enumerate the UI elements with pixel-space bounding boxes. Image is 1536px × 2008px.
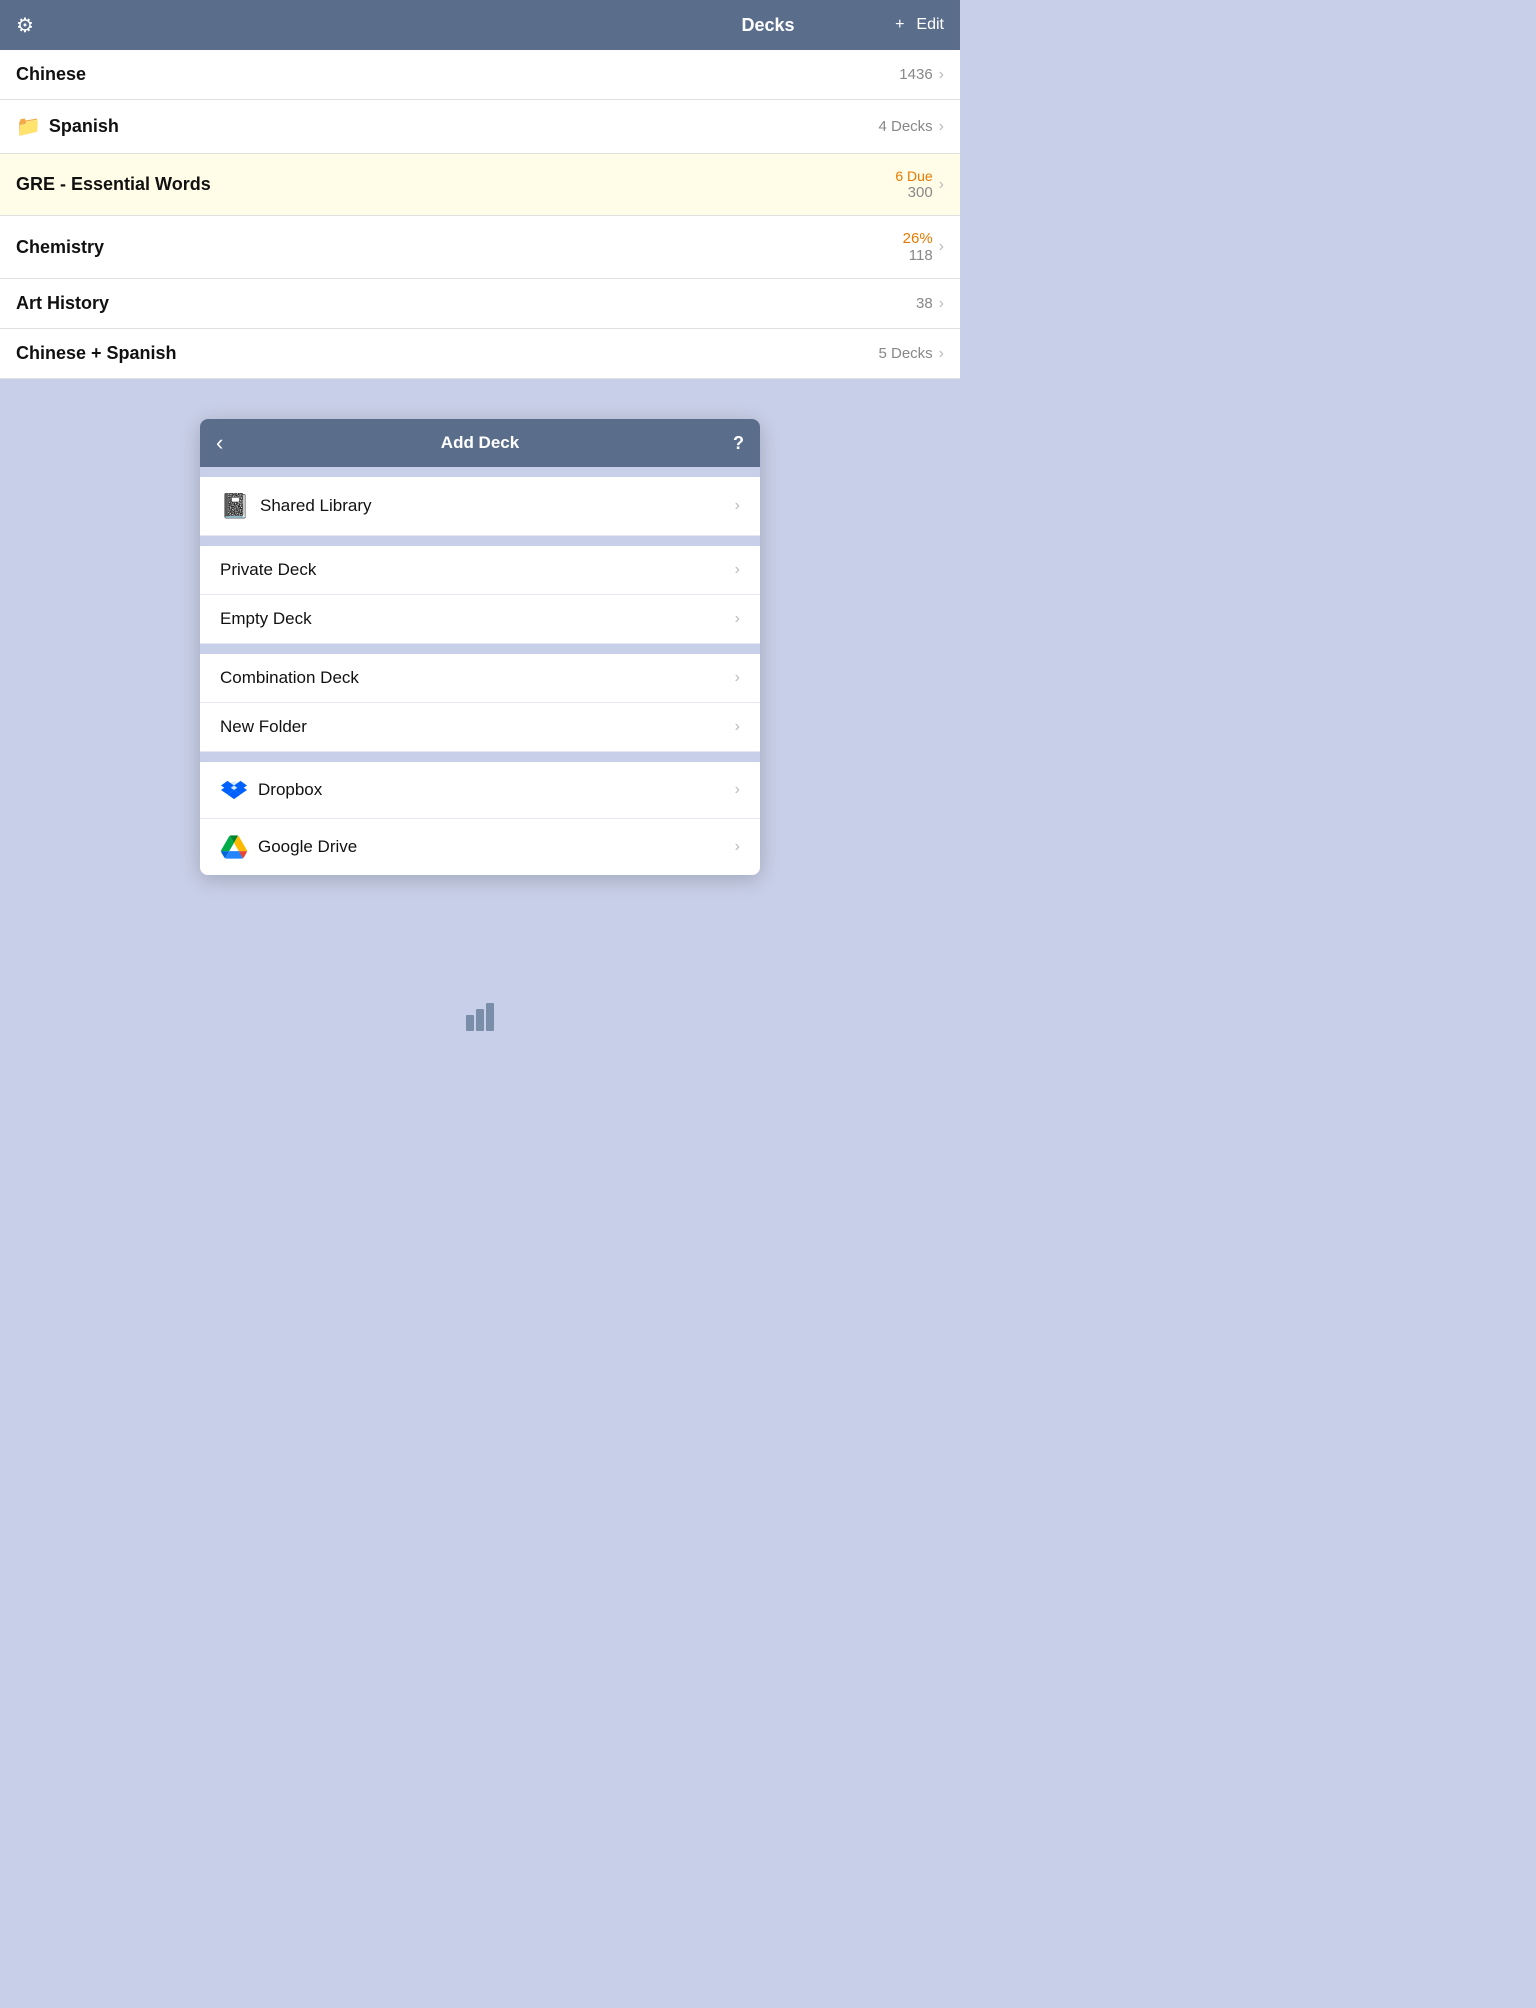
modal-back-button[interactable]: ‹ [216,430,223,456]
section-gap-3 [200,644,760,654]
deck-count-gre: 6 Due 300 [895,168,932,201]
chevron-icon-art-history: › [939,295,944,313]
add-deck-modal: ‹ Add Deck ? 📓 Shared Library › Private … [200,419,760,875]
add-button[interactable]: + [895,16,904,34]
chevron-icon-empty-deck: › [735,610,740,628]
section-gap-4 [200,752,760,762]
deck-name-art-history: Art History [16,293,109,314]
navigation-bar: ⚙ Decks + Edit [0,0,960,50]
shared-library-label: Shared Library [260,496,372,516]
add-deck-dropbox[interactable]: Dropbox › [200,762,760,819]
stats-icon [462,1001,498,1038]
deck-item-spanish[interactable]: 📁 Spanish 4 Decks › [0,100,960,154]
nav-right-area: + Edit [895,16,944,34]
deck-item-chemistry[interactable]: Chemistry 26% 118 › [0,216,960,279]
deck-count-spanish: 4 Decks [878,118,932,135]
percent-label-chemistry: 26% [903,230,933,247]
modal-header: ‹ Add Deck ? [200,419,760,467]
deck-count-chinese: 1436 [899,66,932,83]
deck-name-spanish: Spanish [49,116,119,137]
private-deck-label: Private Deck [220,560,316,580]
add-deck-new-folder[interactable]: New Folder › [200,703,760,752]
deck-name-gre: GRE - Essential Words [16,174,211,195]
folder-icon-spanish: 📁 [16,114,41,139]
deck-item-gre[interactable]: GRE - Essential Words 6 Due 300 › [0,154,960,216]
chevron-icon-dropbox: › [735,781,740,799]
combination-deck-label: Combination Deck [220,668,359,688]
dropbox-label: Dropbox [258,780,322,800]
background-area: ‹ Add Deck ? 📓 Shared Library › Private … [0,379,960,979]
google-drive-icon [220,833,248,861]
deck-name-chinese: Chinese [16,64,86,85]
modal-help-button[interactable]: ? [733,433,744,454]
deck-count-art-history: 38 [916,295,933,312]
page-title: Decks [741,15,794,36]
chevron-icon-chinese-spanish: › [939,345,944,363]
notebook-icon: 📓 [220,491,250,521]
deck-name-chemistry: Chemistry [16,237,104,258]
deck-item-chinese[interactable]: Chinese 1436 › [0,50,960,100]
new-folder-label: New Folder [220,717,307,737]
chevron-icon-new-folder: › [735,718,740,736]
add-deck-shared-library[interactable]: 📓 Shared Library › [200,477,760,536]
chevron-icon-chinese: › [939,66,944,84]
add-deck-empty-deck[interactable]: Empty Deck › [200,595,760,644]
add-deck-private-deck[interactable]: Private Deck › [200,546,760,595]
nav-left-area: ⚙ [16,13,34,38]
chevron-icon-spanish: › [939,118,944,136]
deck-list: Chinese 1436 › 📁 Spanish 4 Decks › GRE -… [0,50,960,379]
deck-count-chinese-spanish: 5 Decks [878,345,932,362]
add-deck-google-drive[interactable]: Google Drive › [200,819,760,875]
edit-button[interactable]: Edit [916,16,944,34]
chevron-icon-combination-deck: › [735,669,740,687]
chevron-icon-google-drive: › [735,838,740,856]
deck-item-art-history[interactable]: Art History 38 › [0,279,960,329]
empty-deck-label: Empty Deck [220,609,312,629]
dropbox-icon [220,776,248,804]
add-deck-combination-deck[interactable]: Combination Deck › [200,654,760,703]
settings-icon[interactable]: ⚙ [16,13,34,38]
due-label-gre: 6 Due [895,168,932,184]
chevron-icon-private-deck: › [735,561,740,579]
deck-item-chinese-spanish[interactable]: Chinese + Spanish 5 Decks › [0,329,960,379]
section-gap-1 [200,467,760,477]
chevron-icon-shared-library: › [735,497,740,515]
section-gap-2 [200,536,760,546]
google-drive-label: Google Drive [258,837,357,857]
chevron-icon-chemistry: › [939,238,944,256]
deck-name-chinese-spanish: Chinese + Spanish [16,343,177,364]
chevron-icon-gre: › [939,176,944,194]
modal-title: Add Deck [441,433,519,453]
bottom-bar [0,979,960,1059]
deck-count-chemistry: 26% 118 [903,230,933,264]
